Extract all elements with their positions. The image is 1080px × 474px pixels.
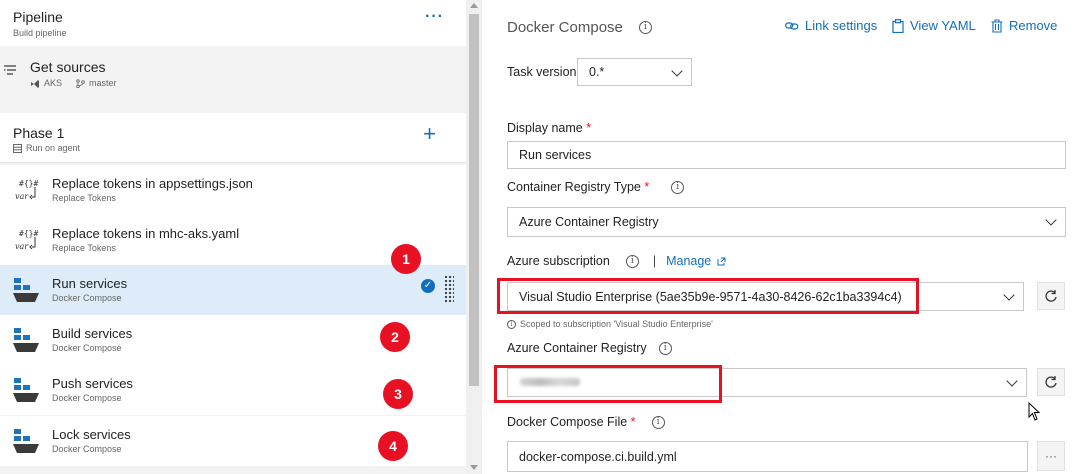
scope-note: i Scoped to subscription 'Visual Studio … [507,319,713,329]
chevron-down-icon [1003,289,1015,301]
task-row-selected[interactable]: Run services Docker Compose ✓ [0,265,466,315]
docker-icon [13,278,39,302]
add-task-button[interactable]: + [423,123,436,145]
phase-title: Phase 1 [13,125,65,141]
get-sources-meta: AKS master [30,78,117,88]
manage-link[interactable]: Manage [666,254,711,268]
mouse-cursor-icon [1028,402,1041,421]
info-icon[interactable]: i [651,415,665,429]
phase-subtitle: Run on agent [13,143,80,153]
task-title: Push services [52,376,133,391]
annotation-badge: 1 [391,244,421,274]
pipeline-title: Pipeline [13,9,63,25]
task-detail-panel: Docker Compose i Link settings View YAML… [483,0,1080,474]
docker-icon [13,429,39,453]
pipeline-panel: Pipeline Build pipeline ··· Get sources … [0,0,482,474]
display-name-input[interactable]: Run services [507,141,1066,169]
display-name-label: Display name * [507,121,592,135]
svg-text:#{}#: #{}# [19,229,38,238]
drag-handle-icon[interactable] [444,275,454,303]
scrollbar[interactable] [466,0,482,474]
acr-label: Azure Container Registry i [507,341,672,355]
compose-file-label: Docker Compose File * i [507,415,665,429]
task-subtitle: Docker Compose [52,343,122,353]
svg-text:var: var [15,242,29,251]
registry-type-select[interactable]: Azure Container Registry [507,207,1066,237]
registry-type-label: Container Registry Type * i [507,180,685,194]
branch-name: master [89,78,117,88]
phase-header[interactable]: Phase 1 Run on agent + [0,113,466,163]
subscription-label: Azure subscription i | Manage [507,254,726,268]
svg-text:#{}#: #{}# [19,179,38,188]
info-icon[interactable]: i [625,254,639,268]
info-icon: i [507,319,516,329]
scroll-down-icon[interactable] [470,465,478,470]
task-subtitle: Docker Compose [52,293,122,303]
browse-button[interactable]: ··· [1037,441,1065,471]
task-subtitle: Replace Tokens [52,243,116,253]
annotation-badge: 3 [383,379,413,409]
link-icon [785,21,799,30]
external-link-icon[interactable] [717,257,726,266]
agent-icon [13,143,22,153]
refresh-icon [1045,376,1057,388]
annotation-badge: 4 [378,431,408,461]
clipboard-icon [892,18,904,33]
visual-studio-icon [31,79,39,88]
task-title: Replace tokens in appsettings.json [52,176,253,191]
info-icon[interactable]: i [671,180,685,194]
docker-icon [13,378,39,402]
refresh-registry-button[interactable] [1037,368,1065,396]
task-subtitle: Replace Tokens [52,193,116,203]
view-yaml-link[interactable]: View YAML [892,18,976,33]
refresh-icon [1045,290,1057,302]
chevron-down-icon [1006,375,1018,387]
task-version-select[interactable]: 0.* [577,58,692,86]
refresh-subscription-button[interactable] [1037,282,1065,310]
task-subtitle: Docker Compose [52,393,122,403]
chevron-down-icon [1045,214,1057,226]
highlight-box [497,278,919,314]
replace-tokens-icon: #{}# var [15,229,38,251]
task-title: Replace tokens in mhc-aks.yaml [52,226,240,241]
trash-icon [991,18,1003,33]
task-detail-title: Docker Compose [507,19,623,36]
task-subtitle: Docker Compose [52,444,122,454]
task-row[interactable]: #{}# var Replace tokens in appsettings.j… [0,165,466,215]
task-title: Run services [52,276,128,291]
more-options-icon[interactable]: ··· [425,8,444,26]
scroll-up-icon[interactable] [470,3,478,8]
chevron-down-icon [671,65,683,77]
repo-name: AKS [44,78,63,88]
enabled-check-icon: ✓ [421,279,435,293]
list-icon [4,65,16,75]
pipeline-subtitle: Build pipeline [13,28,67,38]
info-icon[interactable]: i [658,341,672,355]
task-title: Lock services [52,427,131,442]
highlight-box [494,365,722,403]
replace-tokens-icon: #{}# var [15,179,38,201]
task-title: Build services [52,326,133,341]
annotation-badge: 2 [380,322,410,352]
compose-file-input[interactable]: docker-compose.ci.build.yml [507,441,1028,472]
svg-text:var: var [15,192,29,201]
branch-icon [76,78,85,88]
get-sources-title: Get sources [30,59,106,75]
info-icon[interactable]: i [639,21,652,34]
task-version-label: Task version [507,65,577,79]
scroll-thumb[interactable] [469,14,479,386]
remove-link[interactable]: Remove [991,18,1057,33]
link-settings-link[interactable]: Link settings [785,18,877,33]
docker-icon [13,328,39,352]
pipeline-header[interactable]: Pipeline Build pipeline ··· [0,0,466,46]
